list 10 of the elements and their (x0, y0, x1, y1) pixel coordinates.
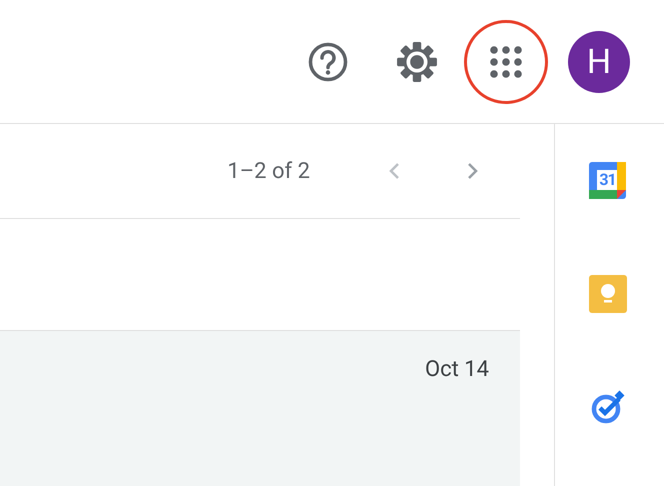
email-date: Oct 14 (424, 357, 489, 382)
email-row[interactable]: Oct 14 (0, 331, 520, 486)
calendar-icon[interactable]: 31 (589, 162, 626, 199)
checkmark-circle-icon[interactable] (590, 389, 626, 425)
account-avatar[interactable]: H (568, 30, 630, 92)
pagination-text: 1–2 of 2 (227, 158, 310, 184)
apps-button[interactable] (464, 20, 548, 104)
settings-icon (396, 40, 438, 82)
apps-icon (490, 46, 522, 78)
help-icon (308, 42, 348, 82)
